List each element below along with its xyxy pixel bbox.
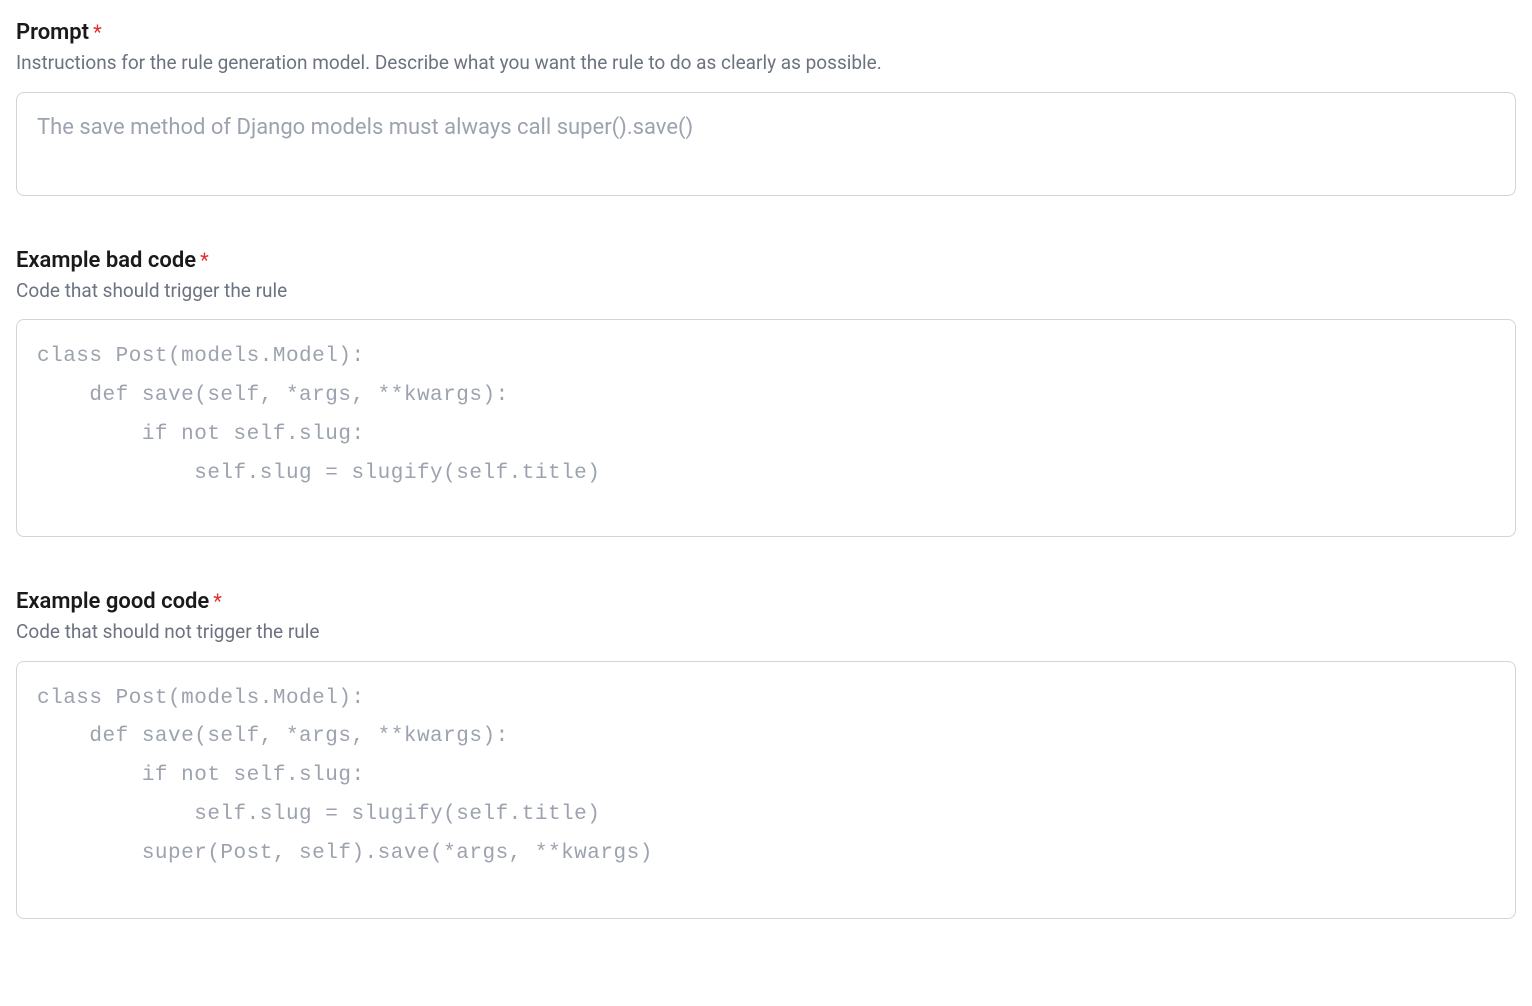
- good-code-section: Example good code * Code that should not…: [16, 589, 1516, 923]
- good-code-description: Code that should not trigger the rule: [16, 618, 1516, 647]
- good-code-label-row: Example good code *: [16, 589, 1516, 614]
- prompt-input[interactable]: [16, 92, 1516, 196]
- bad-code-required-marker: *: [200, 248, 209, 272]
- prompt-description: Instructions for the rule generation mod…: [16, 49, 1516, 78]
- bad-code-input[interactable]: [16, 319, 1516, 537]
- bad-code-label: Example bad code: [16, 248, 196, 273]
- prompt-section: Prompt * Instructions for the rule gener…: [16, 20, 1516, 200]
- good-code-required-marker: *: [213, 589, 222, 613]
- bad-code-label-row: Example bad code *: [16, 248, 1516, 273]
- prompt-label: Prompt: [16, 20, 89, 45]
- good-code-input[interactable]: [16, 661, 1516, 919]
- prompt-label-row: Prompt *: [16, 20, 1516, 45]
- good-code-label: Example good code: [16, 589, 209, 614]
- bad-code-section: Example bad code * Code that should trig…: [16, 248, 1516, 542]
- bad-code-description: Code that should trigger the rule: [16, 277, 1516, 306]
- prompt-required-marker: *: [93, 20, 102, 44]
